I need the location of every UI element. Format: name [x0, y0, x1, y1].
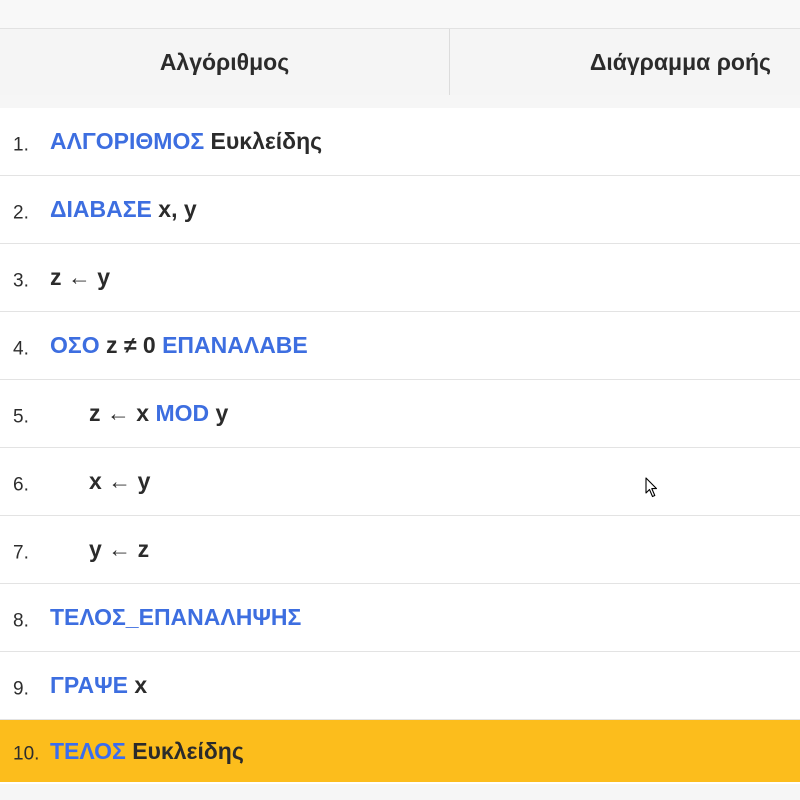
- code-line-2[interactable]: 2. ΔΙΑΒΑΣΕ x, y: [0, 176, 800, 244]
- line-number: 3.: [13, 269, 29, 291]
- code-line-5[interactable]: 5. z ← x MOD y: [0, 380, 800, 448]
- page: Αλγόριθμος Διάγραμμα ροής 1. ΑΛΓΟΡΙΘΜΟΣ …: [0, 0, 800, 800]
- bottom-strip: [0, 784, 800, 800]
- code-fragment: x ← y: [89, 468, 151, 494]
- keyword: ΤΕΛΟΣ: [50, 737, 126, 764]
- code-fragment: y: [209, 400, 229, 426]
- code-line-7[interactable]: 7. y ← z: [0, 516, 800, 584]
- code-fragment: y ← z: [89, 536, 150, 562]
- code-line-6[interactable]: 6. x ← y: [0, 448, 800, 516]
- keyword: ΔΙΑΒΑΣΕ: [50, 196, 152, 222]
- line-number: 10.: [13, 743, 40, 765]
- line-number: 9.: [13, 677, 29, 699]
- code-fragment: z ← x: [89, 400, 156, 426]
- code-fragment: z ← y: [50, 264, 111, 290]
- code-list: 1. ΑΛΓΟΡΙΘΜΟΣ Ευκλείδης 2. ΔΙΑΒΑΣΕ x, y …: [0, 108, 800, 784]
- code-text: y ← z: [89, 536, 149, 563]
- tab-algorithm[interactable]: Αλγόριθμος: [0, 29, 450, 95]
- code-fragment: x, y: [151, 196, 197, 222]
- code-text: x ← y: [89, 468, 150, 495]
- keyword: ΓΡΑΨΕ: [50, 672, 129, 698]
- keyword: ΑΛΓΟΡΙΘΜΟΣ: [50, 128, 205, 154]
- top-strip: [0, 0, 800, 28]
- code-text: ΟΣΟ z ≠ 0 ΕΠΑΝΑΛΑΒΕ: [50, 332, 308, 359]
- code-text: ΤΕΛΟΣ Ευκλείδης: [50, 738, 244, 765]
- code-line-1[interactable]: 1. ΑΛΓΟΡΙΘΜΟΣ Ευκλείδης: [0, 108, 800, 176]
- code-line-9[interactable]: 9. ΓΡΑΨΕ x: [0, 652, 800, 720]
- code-fragment: x: [128, 672, 148, 698]
- code-line-4[interactable]: 4. ΟΣΟ z ≠ 0 ΕΠΑΝΑΛΑΒΕ: [0, 312, 800, 380]
- view-tabs: Αλγόριθμος Διάγραμμα ροής: [0, 28, 800, 96]
- code-text: ΑΛΓΟΡΙΘΜΟΣ Ευκλείδης: [50, 128, 322, 155]
- code-text: ΤΕΛΟΣ_ΕΠΑΝΑΛΗΨΗΣ: [50, 604, 301, 631]
- code-line-8[interactable]: 8. ΤΕΛΟΣ_ΕΠΑΝΑΛΗΨΗΣ: [0, 584, 800, 652]
- tabs-gap: [0, 95, 800, 109]
- code-text: ΓΡΑΨΕ x: [50, 672, 147, 699]
- code-line-10-active[interactable]: 10. ΤΕΛΟΣ Ευκλείδης: [0, 720, 800, 782]
- code-fragment: Ευκλείδης: [125, 737, 244, 764]
- keyword: ΟΣΟ: [50, 332, 100, 358]
- line-number: 5.: [13, 405, 29, 427]
- code-line-3[interactable]: 3. z ← y: [0, 244, 800, 312]
- line-number: 2.: [13, 201, 29, 223]
- keyword: ΕΠΑΝΑΛΑΒΕ: [162, 332, 308, 358]
- code-text: z ← x MOD y: [89, 400, 228, 427]
- line-number: 8.: [13, 609, 29, 631]
- mouse-pointer-icon: [645, 477, 658, 498]
- line-number: 7.: [13, 541, 29, 563]
- code-text: z ← y: [50, 264, 110, 291]
- code-fragment: z ≠ 0: [99, 332, 163, 358]
- code-fragment: Ευκλείδης: [204, 128, 323, 154]
- keyword: ΤΕΛΟΣ_ΕΠΑΝΑΛΗΨΗΣ: [50, 604, 302, 630]
- keyword: MOD: [155, 400, 210, 426]
- line-number: 1.: [13, 133, 29, 155]
- tab-flowchart[interactable]: Διάγραμμα ροής: [450, 29, 800, 95]
- line-number: 6.: [13, 473, 29, 495]
- code-text: ΔΙΑΒΑΣΕ x, y: [50, 196, 197, 223]
- line-number: 4.: [13, 337, 29, 359]
